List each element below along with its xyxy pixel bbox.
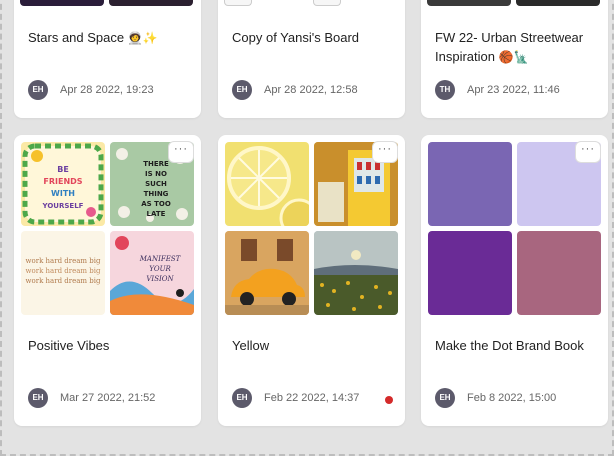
board-thumbnails bbox=[427, 0, 602, 6]
color-swatch bbox=[428, 231, 512, 315]
avatar: EH bbox=[232, 388, 252, 408]
board-date: Apr 28 2022, 19:23 bbox=[60, 84, 154, 96]
board-title: Yellow bbox=[232, 338, 270, 353]
thumbnail-manifest: MANIFEST YOUR VISION bbox=[110, 231, 194, 315]
svg-text:YOURSELF: YOURSELF bbox=[42, 202, 84, 210]
board-card-stars-and-space[interactable]: Stars and Space 🧑‍🚀✨ EH Apr 28 2022, 19:… bbox=[14, 0, 201, 118]
avatar: EH bbox=[232, 80, 252, 100]
more-options-button[interactable]: ··· bbox=[373, 142, 397, 162]
board-title: Copy of Yansi's Board bbox=[232, 30, 360, 45]
svg-text:LATE: LATE bbox=[147, 210, 166, 218]
svg-text:YOUR: YOUR bbox=[149, 265, 171, 273]
board-meta: TH Apr 23 2022, 11:46 bbox=[435, 80, 560, 100]
color-swatch bbox=[428, 142, 512, 226]
notification-dot bbox=[385, 396, 393, 404]
avatar: EH bbox=[28, 388, 48, 408]
board-title: Positive Vibes bbox=[28, 338, 110, 353]
svg-text:work hard dream big: work hard dream big bbox=[26, 267, 101, 275]
more-options-button[interactable]: ··· bbox=[169, 142, 193, 162]
thumbnail-be-friends: BE FRIENDS WITH YOURSELF bbox=[21, 142, 105, 226]
svg-text:THERE: THERE bbox=[143, 160, 169, 168]
avatar: TH bbox=[435, 80, 455, 100]
board-meta: EH Apr 28 2022, 12:58 bbox=[232, 80, 358, 100]
board-title: FW 22- Urban Streetwear Inspiration 🏀🗽 bbox=[435, 30, 584, 64]
board-card-fw22-urban-streetwear[interactable]: FW 22- Urban Streetwear Inspiration 🏀🗽 T… bbox=[421, 0, 608, 118]
board-thumbnail-grid: BE FRIENDS WITH YOURSELF THERE IS NO SUC… bbox=[21, 142, 194, 318]
board-card-yellow[interactable]: ··· Yellow EH Feb 22 2022, 14:37 bbox=[218, 135, 405, 426]
more-options-button[interactable]: ··· bbox=[576, 142, 600, 162]
svg-text:MANIFEST: MANIFEST bbox=[139, 255, 182, 263]
board-meta: EH Mar 27 2022, 21:52 bbox=[28, 388, 155, 408]
svg-text:THING: THING bbox=[144, 190, 169, 198]
thumbnail-lemons bbox=[225, 142, 309, 226]
board-date: Apr 23 2022, 11:46 bbox=[467, 84, 560, 96]
color-swatch bbox=[517, 231, 601, 315]
board-meta: EH Apr 28 2022, 19:23 bbox=[28, 80, 154, 100]
board-thumbnail-grid bbox=[225, 142, 398, 318]
board-title: Make the Dot Brand Book bbox=[435, 338, 584, 353]
board-meta: EH Feb 8 2022, 15:00 bbox=[435, 388, 556, 408]
board-date: Feb 8 2022, 15:00 bbox=[467, 392, 557, 404]
board-title: Stars and Space 🧑‍🚀✨ bbox=[28, 30, 158, 45]
board-date: Mar 27 2022, 21:52 bbox=[60, 392, 156, 404]
board-thumbnails bbox=[224, 0, 399, 6]
svg-text:SUCH: SUCH bbox=[145, 180, 167, 188]
thumbnail-work-hard: work hard dream big work hard dream big … bbox=[21, 231, 105, 315]
board-card-make-the-dot-brand-book[interactable]: ··· Make the Dot Brand Book EH Feb 8 202… bbox=[421, 135, 608, 426]
thumbnail-flower-field bbox=[314, 231, 398, 315]
board-date: Apr 28 2022, 12:58 bbox=[264, 84, 358, 96]
svg-text:WITH: WITH bbox=[51, 189, 75, 198]
board-card-copy-of-yansis-board[interactable]: Copy of Yansi's Board EH Apr 28 2022, 12… bbox=[218, 0, 405, 118]
svg-text:FRIENDS: FRIENDS bbox=[43, 177, 82, 186]
board-card-positive-vibes[interactable]: BE FRIENDS WITH YOURSELF THERE IS NO SUC… bbox=[14, 135, 201, 426]
svg-text:BE: BE bbox=[57, 165, 69, 174]
svg-text:IS NO: IS NO bbox=[145, 170, 167, 178]
svg-text:work hard dream big: work hard dream big bbox=[26, 257, 101, 265]
board-thumbnail-grid bbox=[428, 142, 601, 318]
board-thumbnails bbox=[20, 0, 195, 6]
avatar: EH bbox=[435, 388, 455, 408]
avatar: EH bbox=[28, 80, 48, 100]
svg-text:VISION: VISION bbox=[146, 275, 174, 283]
svg-text:work hard dream big: work hard dream big bbox=[26, 277, 101, 285]
board-meta: EH Feb 22 2022, 14:37 bbox=[232, 388, 359, 408]
board-date: Feb 22 2022, 14:37 bbox=[264, 392, 360, 404]
thumbnail-yellow-car bbox=[225, 231, 309, 315]
svg-text:AS TOO: AS TOO bbox=[141, 200, 171, 208]
